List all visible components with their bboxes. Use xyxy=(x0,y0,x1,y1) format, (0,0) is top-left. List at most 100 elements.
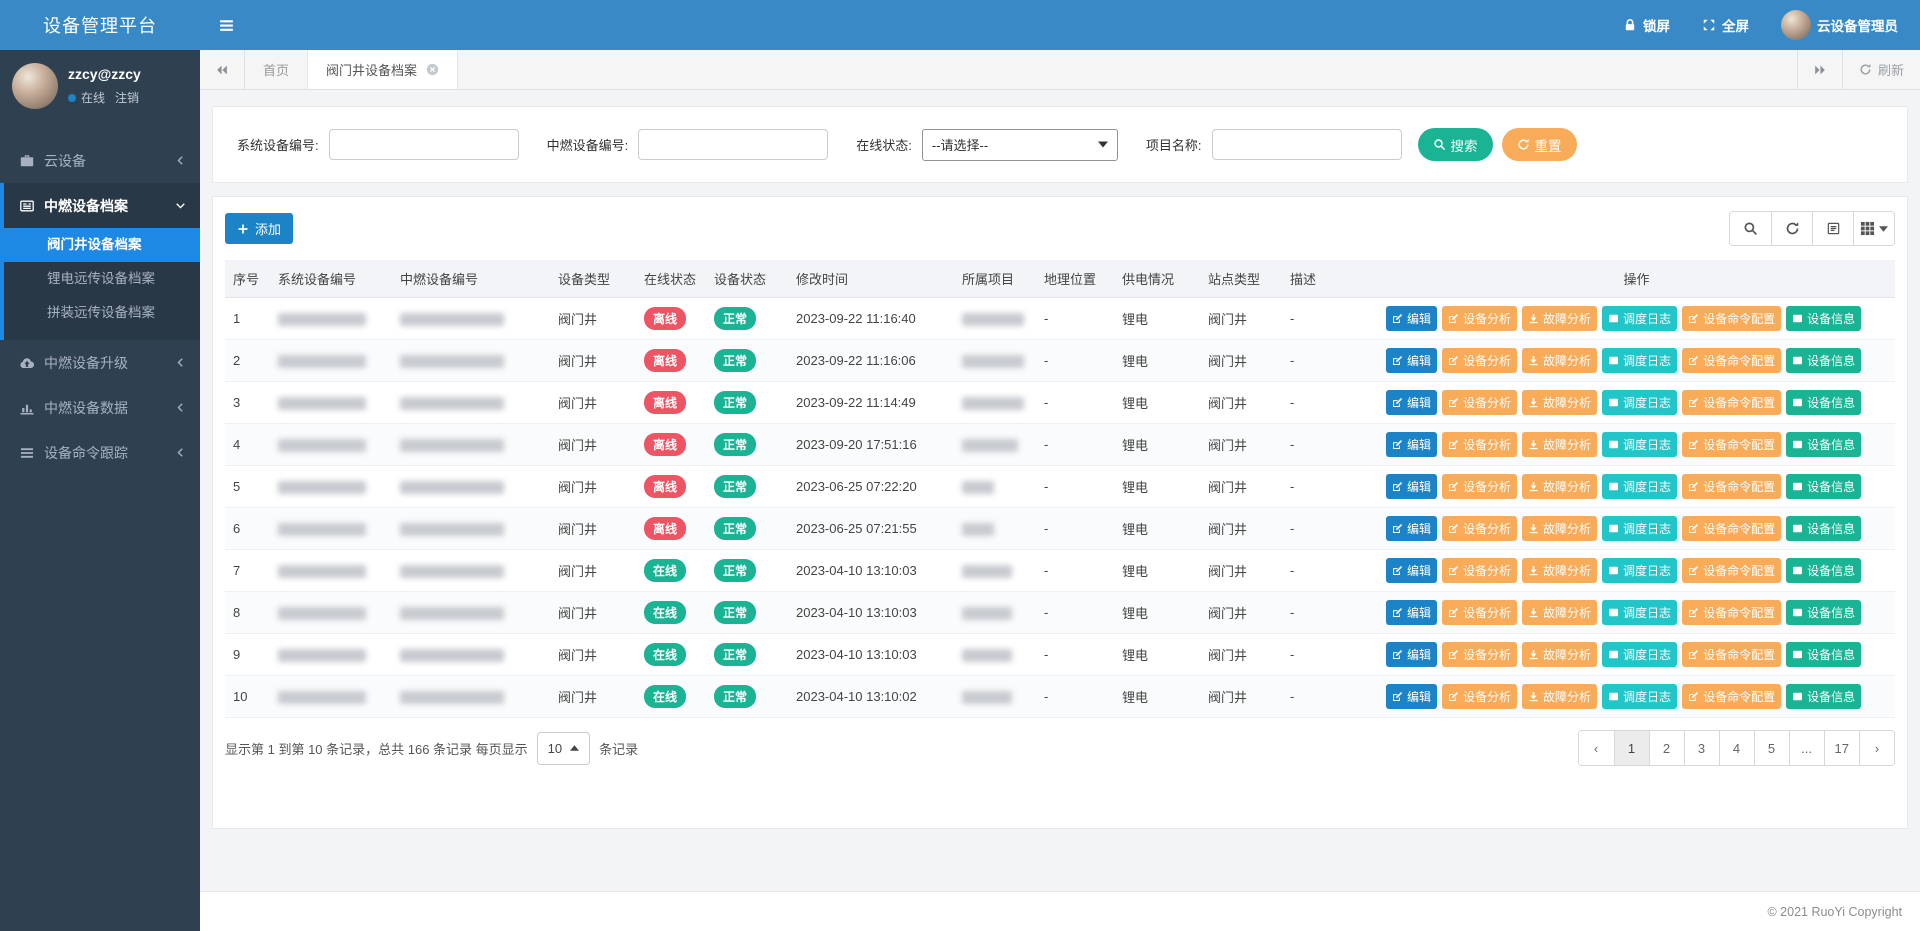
device-analysis-button[interactable]: 设备分析 xyxy=(1442,306,1517,331)
edit-button[interactable]: 编辑 xyxy=(1386,474,1437,499)
edit-button[interactable]: 编辑 xyxy=(1386,432,1437,457)
device-info-button[interactable]: 设备信息 xyxy=(1786,516,1861,541)
edit-button[interactable]: 编辑 xyxy=(1386,684,1437,709)
dispatch-log-button[interactable]: 调度日志 xyxy=(1602,684,1677,709)
table-refresh-button[interactable] xyxy=(1771,212,1812,245)
fault-analysis-button[interactable]: 故障分析 xyxy=(1522,306,1597,331)
dispatch-log-button[interactable]: 调度日志 xyxy=(1602,348,1677,373)
edit-button[interactable]: 编辑 xyxy=(1386,516,1437,541)
add-button[interactable]: 添加 xyxy=(225,213,293,244)
dispatch-log-button[interactable]: 调度日志 xyxy=(1602,390,1677,415)
page-button[interactable]: 2 xyxy=(1649,731,1684,765)
device-analysis-button[interactable]: 设备分析 xyxy=(1442,348,1517,373)
device-command-config-button[interactable]: 设备命令配置 xyxy=(1682,684,1781,709)
device-analysis-button[interactable]: 设备分析 xyxy=(1442,474,1517,499)
device-analysis-button[interactable]: 设备分析 xyxy=(1442,684,1517,709)
system-device-no-input[interactable] xyxy=(329,129,519,160)
page-button[interactable]: 5 xyxy=(1754,731,1789,765)
page-button[interactable]: 17 xyxy=(1824,731,1859,765)
table-detail-view-button[interactable] xyxy=(1812,212,1853,245)
table-search-toggle-button[interactable] xyxy=(1730,212,1771,245)
sidebar-item[interactable]: 中燃设备档案 xyxy=(4,183,200,228)
device-info-button[interactable]: 设备信息 xyxy=(1786,306,1861,331)
device-info-button[interactable]: 设备信息 xyxy=(1786,390,1861,415)
search-button[interactable]: 搜索 xyxy=(1418,128,1493,161)
page-button[interactable]: ‹ xyxy=(1579,731,1614,765)
sidebar-subitem[interactable]: 阀门井设备档案 xyxy=(4,228,200,262)
fault-analysis-button[interactable]: 故障分析 xyxy=(1522,642,1597,667)
device-analysis-button[interactable]: 设备分析 xyxy=(1442,600,1517,625)
user-menu[interactable]: 云设备管理员 xyxy=(1781,10,1898,40)
device-analysis-button[interactable]: 设备分析 xyxy=(1442,642,1517,667)
edit-button[interactable]: 编辑 xyxy=(1386,390,1437,415)
edit-button[interactable]: 编辑 xyxy=(1386,600,1437,625)
dispatch-log-button[interactable]: 调度日志 xyxy=(1602,432,1677,457)
fault-analysis-button[interactable]: 故障分析 xyxy=(1522,474,1597,499)
device-info-button[interactable]: 设备信息 xyxy=(1786,558,1861,583)
device-command-config-button[interactable]: 设备命令配置 xyxy=(1682,348,1781,373)
tabs-scroll-right-button[interactable] xyxy=(1797,50,1842,89)
dispatch-log-button[interactable]: 调度日志 xyxy=(1602,516,1677,541)
fault-analysis-button[interactable]: 故障分析 xyxy=(1522,684,1597,709)
fullscreen-button[interactable]: 全屏 xyxy=(1702,15,1749,35)
device-analysis-button[interactable]: 设备分析 xyxy=(1442,432,1517,457)
dispatch-log-button[interactable]: 调度日志 xyxy=(1602,474,1677,499)
device-analysis-button[interactable]: 设备分析 xyxy=(1442,558,1517,583)
tab-refresh-button[interactable]: 刷新 xyxy=(1842,50,1920,89)
device-analysis-button[interactable]: 设备分析 xyxy=(1442,390,1517,415)
fault-analysis-button[interactable]: 故障分析 xyxy=(1522,432,1597,457)
device-info-button[interactable]: 设备信息 xyxy=(1786,642,1861,667)
device-command-config-button[interactable]: 设备命令配置 xyxy=(1682,306,1781,331)
page-button[interactable]: 4 xyxy=(1719,731,1754,765)
device-command-config-button[interactable]: 设备命令配置 xyxy=(1682,558,1781,583)
gas-device-no-input[interactable] xyxy=(638,129,828,160)
dispatch-log-button[interactable]: 调度日志 xyxy=(1602,558,1677,583)
fault-analysis-button[interactable]: 故障分析 xyxy=(1522,558,1597,583)
edit-button[interactable]: 编辑 xyxy=(1386,348,1437,373)
device-info-button[interactable]: 设备信息 xyxy=(1786,432,1861,457)
sidebar-item[interactable]: 中燃设备数据 xyxy=(0,385,200,430)
tab-home[interactable]: 首页 xyxy=(245,50,308,89)
edit-button[interactable]: 编辑 xyxy=(1386,558,1437,583)
device-info-button[interactable]: 设备信息 xyxy=(1786,600,1861,625)
page-button[interactable]: › xyxy=(1859,731,1894,765)
page-button[interactable]: ... xyxy=(1789,731,1824,765)
tabs-scroll-left-button[interactable] xyxy=(200,50,245,89)
sidebar-item[interactable]: 设备命令跟踪 xyxy=(0,430,200,475)
sidebar-item[interactable]: 中燃设备升级 xyxy=(0,340,200,385)
logout-link[interactable]: 注销 xyxy=(115,89,139,106)
online-status-select[interactable]: --请选择-- xyxy=(922,129,1118,161)
edit-button[interactable]: 编辑 xyxy=(1386,642,1437,667)
sidebar-toggle-button[interactable] xyxy=(200,0,252,50)
reset-button[interactable]: 重置 xyxy=(1502,128,1577,161)
dispatch-log-button[interactable]: 调度日志 xyxy=(1602,600,1677,625)
device-command-config-button[interactable]: 设备命令配置 xyxy=(1682,642,1781,667)
device-info-button[interactable]: 设备信息 xyxy=(1786,684,1861,709)
device-analysis-button[interactable]: 设备分析 xyxy=(1442,516,1517,541)
device-info-button[interactable]: 设备信息 xyxy=(1786,348,1861,373)
device-command-config-button[interactable]: 设备命令配置 xyxy=(1682,516,1781,541)
sidebar-item[interactable]: 云设备 xyxy=(0,138,200,183)
page-button[interactable]: 3 xyxy=(1684,731,1719,765)
device-info-button[interactable]: 设备信息 xyxy=(1786,474,1861,499)
fault-analysis-button[interactable]: 故障分析 xyxy=(1522,348,1597,373)
close-icon[interactable] xyxy=(426,63,439,76)
fault-analysis-button[interactable]: 故障分析 xyxy=(1522,390,1597,415)
fault-analysis-button[interactable]: 故障分析 xyxy=(1522,516,1597,541)
device-command-config-button[interactable]: 设备命令配置 xyxy=(1682,432,1781,457)
device-command-config-button[interactable]: 设备命令配置 xyxy=(1682,390,1781,415)
dispatch-log-button[interactable]: 调度日志 xyxy=(1602,642,1677,667)
sidebar-subitem[interactable]: 拼装远传设备档案 xyxy=(4,296,200,330)
fault-analysis-button[interactable]: 故障分析 xyxy=(1522,600,1597,625)
page-size-select[interactable]: 10 xyxy=(537,732,590,765)
page-button[interactable]: 1 xyxy=(1614,731,1649,765)
dispatch-log-button[interactable]: 调度日志 xyxy=(1602,306,1677,331)
project-name-input[interactable] xyxy=(1212,129,1402,160)
lock-screen-button[interactable]: 锁屏 xyxy=(1623,15,1670,35)
tab-valve-well-archive[interactable]: 阀门井设备档案 xyxy=(308,50,458,89)
device-command-config-button[interactable]: 设备命令配置 xyxy=(1682,600,1781,625)
table-columns-button[interactable] xyxy=(1853,212,1894,245)
edit-button[interactable]: 编辑 xyxy=(1386,306,1437,331)
device-command-config-button[interactable]: 设备命令配置 xyxy=(1682,474,1781,499)
sidebar-subitem[interactable]: 锂电远传设备档案 xyxy=(4,262,200,296)
